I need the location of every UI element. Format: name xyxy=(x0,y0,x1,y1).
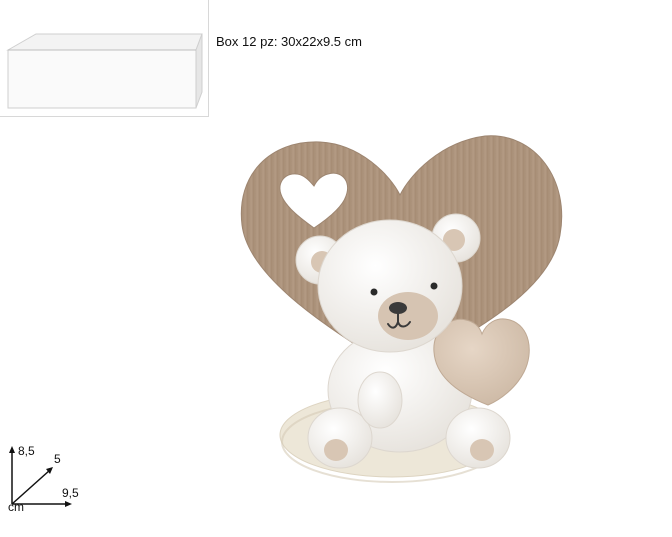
bear-left-eye xyxy=(370,288,378,296)
width-label: 9,5 xyxy=(62,486,79,500)
bear-nose xyxy=(389,302,407,314)
dimension-indicator: 8,5 5 9,5 cm xyxy=(6,444,86,518)
height-label: 8,5 xyxy=(18,444,35,458)
box-illustration xyxy=(6,33,203,109)
depth-label: 5 xyxy=(54,452,61,466)
box-image xyxy=(0,0,209,117)
bear-left-arm xyxy=(357,371,403,429)
box-caption: Box 12 pz: 30x22x9.5 cm xyxy=(216,34,362,49)
product-image xyxy=(240,135,563,483)
unit-label: cm xyxy=(8,500,24,514)
bear-muzzle xyxy=(378,292,438,340)
bear-right-eye xyxy=(430,282,438,290)
